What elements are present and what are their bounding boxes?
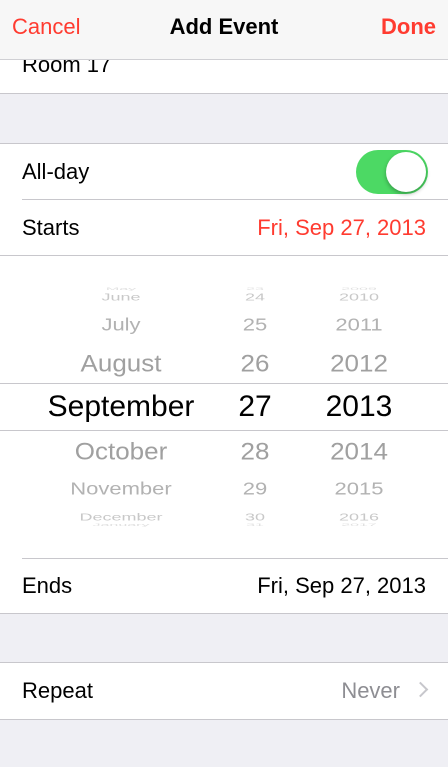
repeat-value: Never xyxy=(341,678,400,703)
date-group: All-day Starts Fri, Sep 27, 2013 May June… xyxy=(0,143,448,614)
chevron-right-icon xyxy=(412,681,429,698)
picker-selection-bottom-line xyxy=(0,430,448,431)
picker-year-item[interactable]: 2014 xyxy=(259,439,448,463)
done-button[interactable]: Done xyxy=(381,14,436,40)
ends-label: Ends xyxy=(22,573,73,598)
picker-year-item[interactable]: 2011 xyxy=(259,316,448,334)
picker-year-item[interactable]: 2013 xyxy=(259,392,448,422)
navigation-bar: Cancel Add Event Done xyxy=(0,0,448,60)
allday-label: All-day xyxy=(22,159,90,184)
starts-label: Starts xyxy=(22,215,80,240)
picker-year-item[interactable]: 2009 xyxy=(259,287,448,290)
toggle-knob xyxy=(386,152,426,192)
ends-row[interactable]: Ends Fri, Sep 27, 2013 xyxy=(0,558,448,614)
picker-selection-top-line xyxy=(0,383,448,384)
ends-value: Fri, Sep 27, 2013 xyxy=(257,573,426,598)
repeat-group: Repeat Never xyxy=(0,662,448,720)
repeat-label: Repeat xyxy=(22,678,93,703)
allday-row: All-day xyxy=(0,144,448,200)
picker-year-item[interactable]: 2016 xyxy=(259,512,448,522)
picker-year-item[interactable]: 2017 xyxy=(259,523,448,526)
allday-toggle[interactable] xyxy=(356,150,428,194)
date-picker[interactable]: May June July August September October Novembe… xyxy=(0,256,448,558)
picker-year-item[interactable]: 2015 xyxy=(259,480,448,498)
repeat-row[interactable]: Repeat Never xyxy=(0,663,448,719)
starts-row[interactable]: Starts Fri, Sep 27, 2013 xyxy=(0,200,448,256)
separator xyxy=(22,558,448,559)
starts-value: Fri, Sep 27, 2013 xyxy=(257,215,426,240)
picker-year-item[interactable]: 2010 xyxy=(259,292,448,302)
picker-year-item[interactable]: 2012 xyxy=(259,351,448,375)
